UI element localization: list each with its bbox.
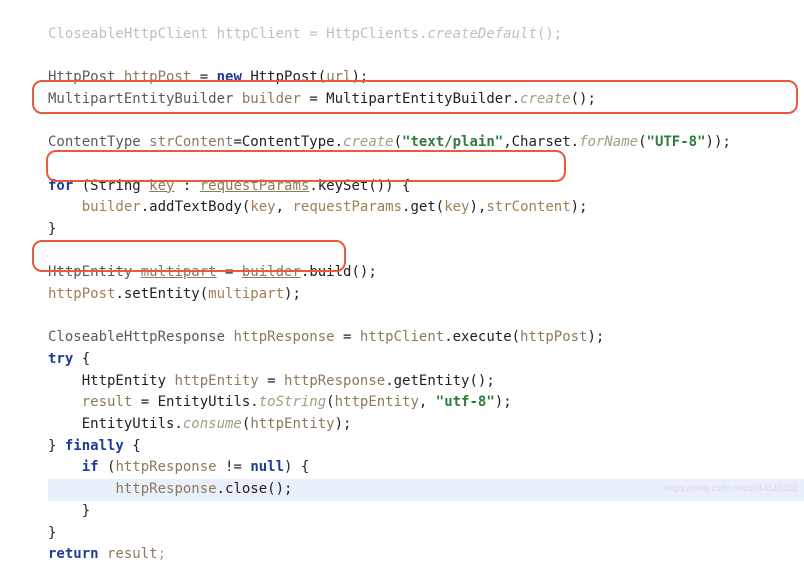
code-line: ContentType strContent=ContentType.creat… (48, 134, 731, 150)
code-line: } finally { (48, 438, 141, 454)
code-line: } (48, 525, 56, 541)
code-line: } (48, 503, 90, 519)
code-line: builder.addTextBody(key, requestParams.g… (48, 199, 588, 215)
code-line: HttpEntity httpEntity = httpResponse.get… (48, 373, 495, 389)
code-line: CloseableHttpResponse httpResponse = htt… (48, 329, 604, 345)
code-line: if (httpResponse != null) { (48, 459, 309, 475)
code-line: result = EntityUtils.toString(httpEntity… (48, 394, 512, 410)
code-line: return result; (48, 546, 166, 562)
code-line: try { (48, 351, 90, 367)
code-line: for (String key : requestParams.keySet()… (48, 178, 410, 194)
code-line: HttpPost httpPost = new HttpPost(url); (48, 69, 368, 85)
code-line: HttpEntity multipart = builder.build(); (48, 264, 377, 280)
watermark: https://blog.csdn.net/u014510302 (665, 482, 798, 496)
code-line: EntityUtils.consume(httpEntity); (48, 416, 351, 432)
code-line: httpPost.setEntity(multipart); (48, 286, 301, 302)
code-line: } (48, 221, 56, 237)
code-line: MultipartEntityBuilder builder = Multipa… (48, 91, 596, 107)
code-block: CloseableHttpClient httpClient = HttpCli… (0, 0, 804, 566)
code-line: CloseableHttpClient httpClient = HttpCli… (48, 26, 562, 42)
